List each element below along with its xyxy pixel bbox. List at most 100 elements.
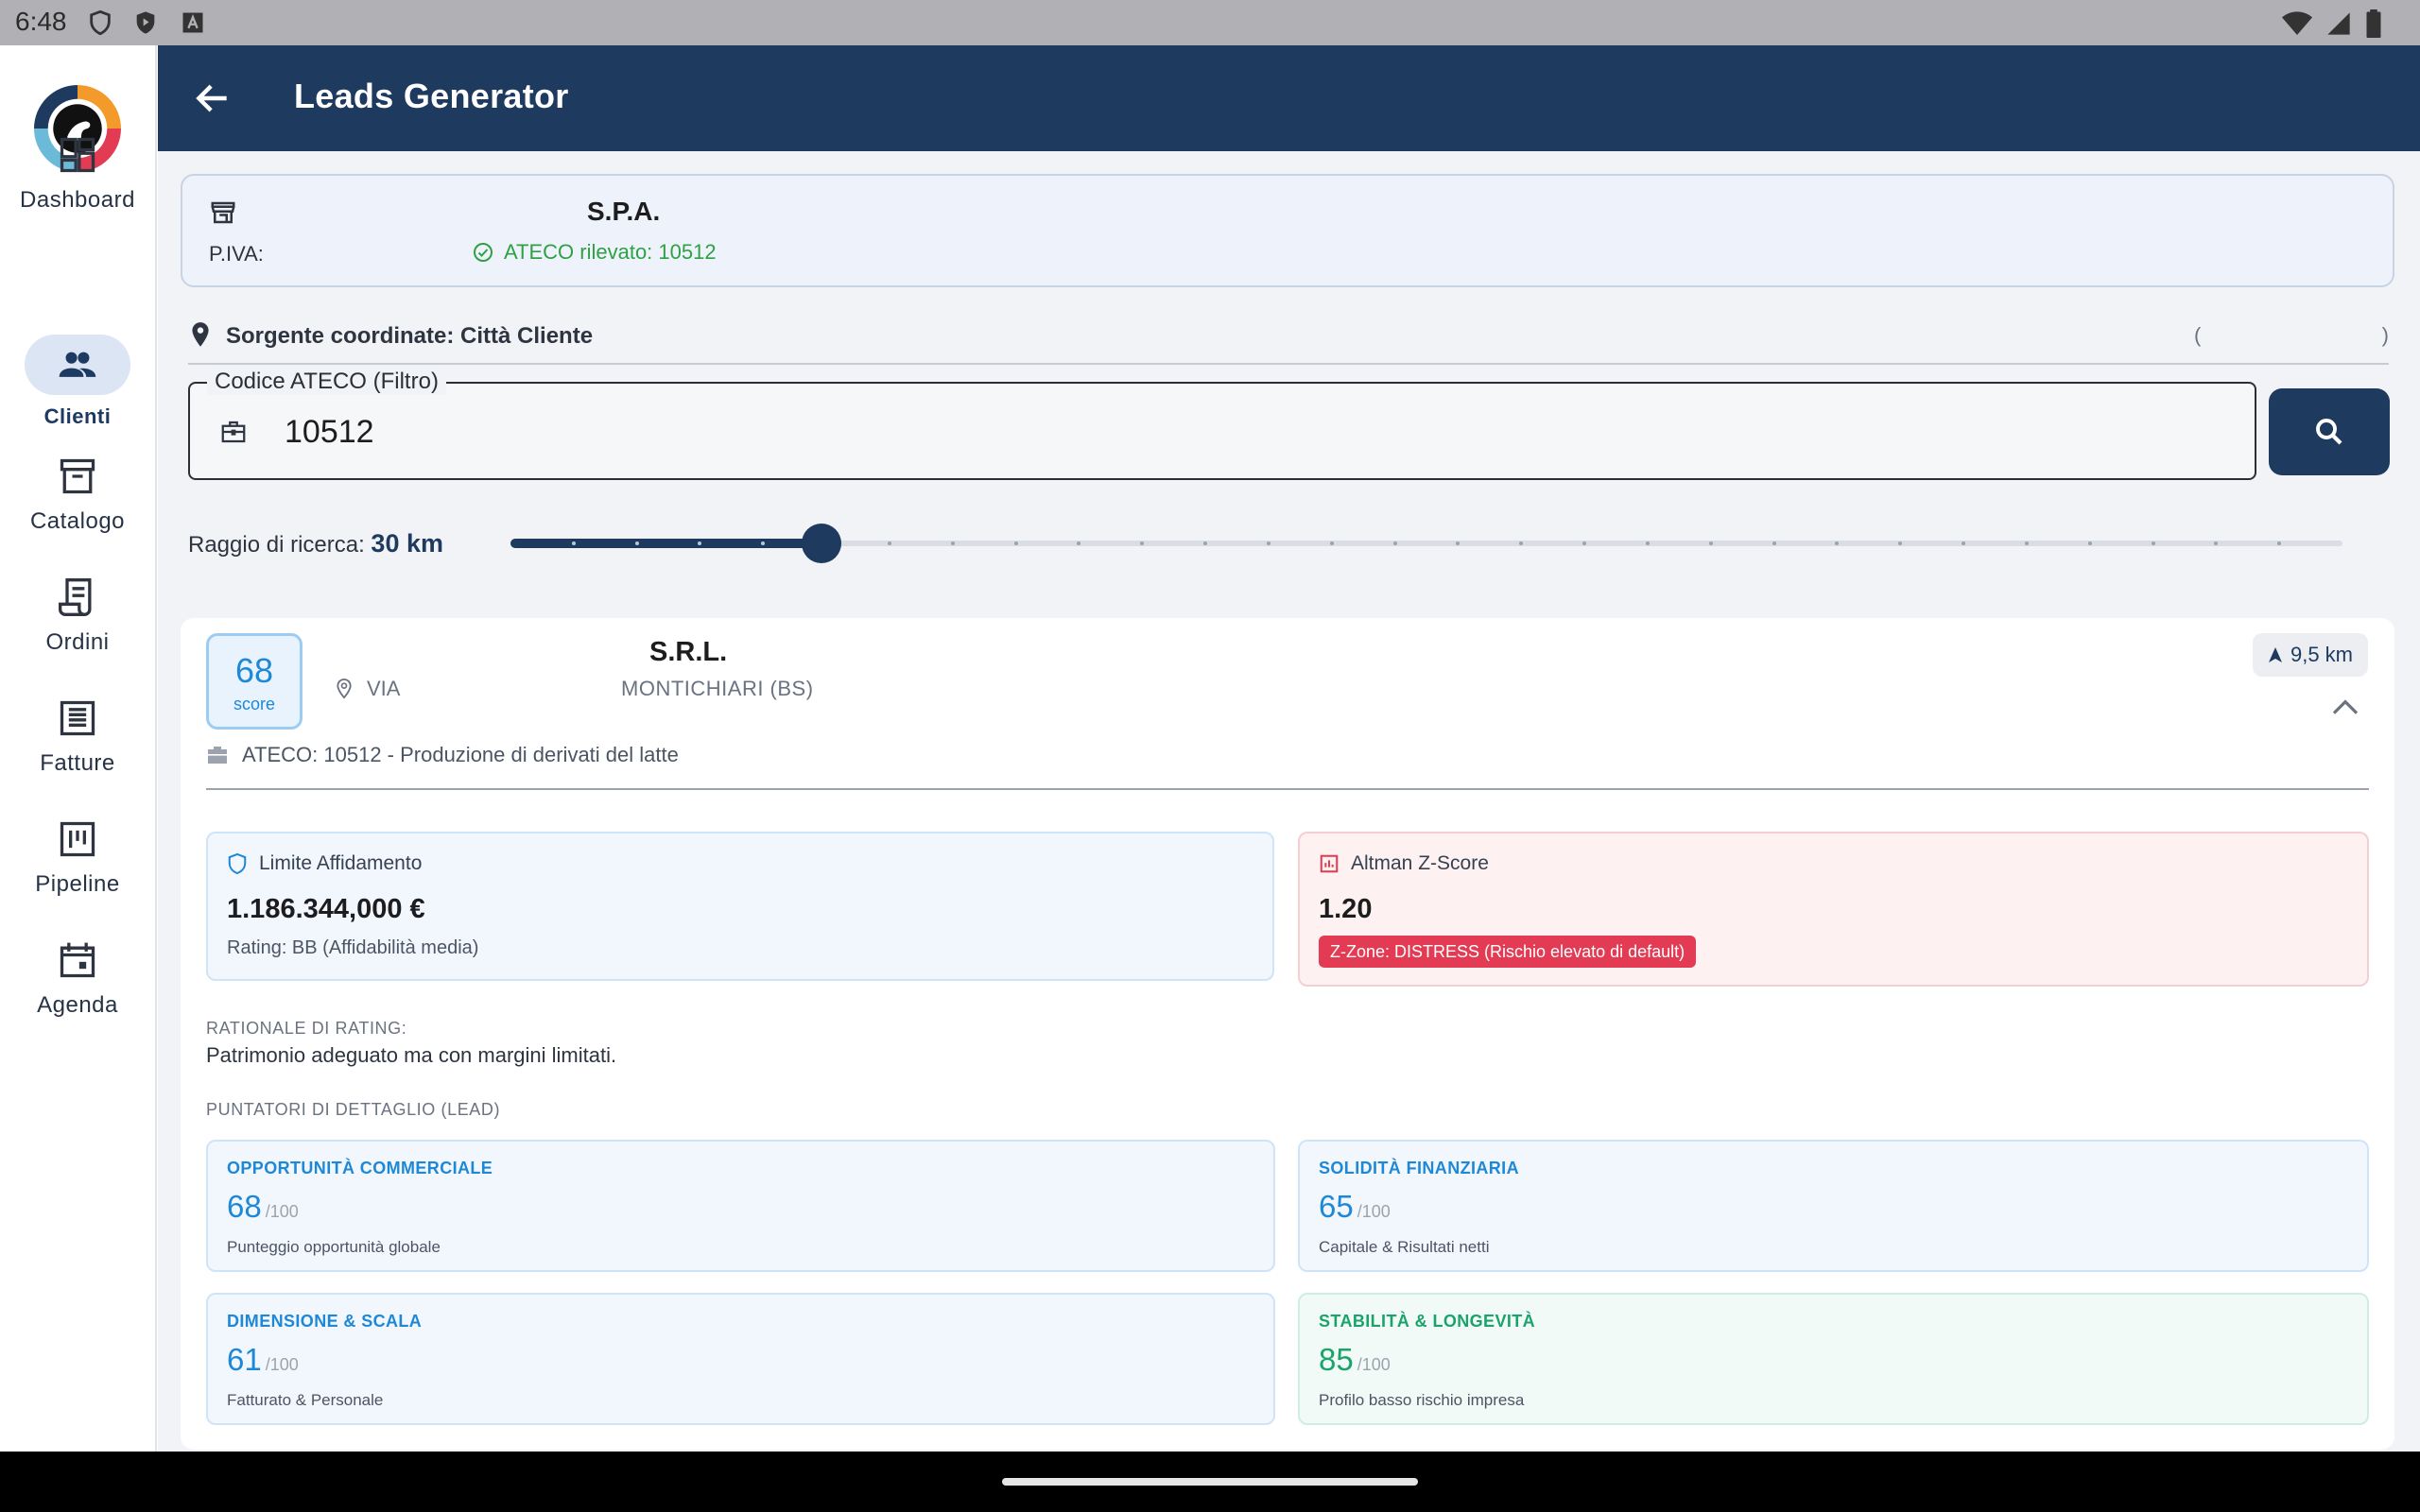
company-name: S.P.A. <box>587 197 661 226</box>
slider-fill <box>510 539 821 548</box>
shield-outline-icon <box>228 852 247 875</box>
paren-open: ( <box>2194 323 2202 347</box>
slider-tick <box>635 541 639 545</box>
altman-value: 1.20 <box>1319 894 1373 924</box>
slider-tick <box>1014 541 1018 545</box>
score-badge: 68 score <box>206 633 302 730</box>
signal-icon <box>2327 12 2350 35</box>
slider-tick <box>1330 541 1334 545</box>
slider-tick <box>1267 541 1270 545</box>
slider-tick <box>888 541 891 545</box>
metric-financial-solidity: SOLIDITÀ FINANZIARIA 65/100 Capitale & R… <box>1298 1140 2369 1272</box>
rail-item-fatture[interactable]: Fatture <box>0 697 155 777</box>
archive-icon <box>60 458 95 494</box>
search-icon <box>2316 419 2342 445</box>
slider-tick <box>1646 541 1650 545</box>
coordinate-source-values: ( ) <box>2194 323 2389 348</box>
main-content: S.P.A. P.IVA: ATECO rilevato: 10512 Sorg… <box>158 151 2420 1452</box>
altman-zscore-box: Altman Z-Score 1.20 Z-Zone: DISTRESS (Ri… <box>1298 832 2369 987</box>
metric-value: 65/100 <box>1319 1189 1391 1225</box>
briefcase-icon <box>208 747 227 764</box>
page-title: Leads Generator <box>294 77 569 115</box>
company-card: S.P.A. P.IVA: ATECO rilevato: 10512 <box>181 174 2394 287</box>
slider-tick <box>1519 541 1523 545</box>
briefcase-icon <box>221 421 246 443</box>
slider-tick <box>1962 541 1965 545</box>
dashboard-icon <box>60 137 95 173</box>
credit-rating: Rating: BB (Affidabilità media) <box>227 937 479 958</box>
slider-tick <box>1077 541 1080 545</box>
keyboard-a-icon <box>182 12 203 33</box>
radius-slider[interactable] <box>510 524 2342 563</box>
metric-title: DIMENSIONE & SCALA <box>227 1312 423 1331</box>
home-gesture-handle[interactable] <box>1002 1478 1418 1486</box>
back-arrow-icon[interactable] <box>192 77 233 119</box>
slider-tick <box>2152 541 2155 545</box>
lead-address: VIA <box>335 677 400 701</box>
paren-close: ) <box>2381 323 2389 347</box>
metric-description: Punteggio opportunità globale <box>227 1238 441 1256</box>
lead-city: MONTICHIARI (BS) <box>621 677 814 700</box>
search-button[interactable] <box>2269 388 2390 475</box>
altman-title: Altman Z-Score <box>1351 852 1489 874</box>
people-icon <box>59 352 96 377</box>
ateco-detected-text: ATECO rilevato: 10512 <box>504 240 717 264</box>
metric-description: Profilo basso rischio impresa <box>1319 1391 1525 1409</box>
metric-commercial: OPPORTUNITÀ COMMERCIALE 68/100 Punteggio… <box>206 1140 1275 1272</box>
rail-item-agenda[interactable]: Agenda <box>0 939 155 1019</box>
slider-tick <box>1203 541 1207 545</box>
rationale-text: Patrimonio adeguato ma con margini limit… <box>206 1043 617 1067</box>
radius-label-text: Raggio di ricerca: <box>188 532 365 558</box>
system-navigation-bar <box>0 1452 2420 1512</box>
slider-tick <box>761 541 765 545</box>
rail-item-ordini[interactable]: Ordini <box>0 576 155 656</box>
coordinate-source-label: Sorgente coordinate: Città Cliente <box>226 323 594 349</box>
rail-item-catalogo[interactable]: Catalogo <box>0 455 155 535</box>
lead-address-text: VIA <box>367 677 401 700</box>
metric-max: /100 <box>265 1202 299 1221</box>
radius-value: 30 km <box>371 529 443 558</box>
location-pin-icon <box>192 322 209 347</box>
rail-item-pipeline[interactable]: Pipeline <box>0 818 155 898</box>
score-label: score <box>233 695 275 713</box>
slider-tick <box>1456 541 1460 545</box>
chevron-up-icon[interactable] <box>2330 696 2360 718</box>
status-time: 6:48 <box>15 7 67 36</box>
slider-tick <box>2088 541 2092 545</box>
details-title: PUNTATORI DI DETTAGLIO (LEAD) <box>206 1100 501 1119</box>
ateco-filter-input[interactable]: 10512 <box>285 414 374 451</box>
divider <box>206 788 2369 790</box>
kanban-icon <box>60 821 95 857</box>
rail-item-dashboard[interactable]: Dashboard <box>0 134 155 214</box>
slider-tick <box>1582 541 1586 545</box>
check-circle-icon <box>474 243 493 262</box>
slider-tick <box>1898 541 1902 545</box>
slider-tick <box>2025 541 2029 545</box>
rail-label-catalogo: Catalogo <box>29 508 126 534</box>
play-protect-icon <box>136 11 155 34</box>
navigation-arrow-icon <box>2268 647 2282 662</box>
rail-item-clienti[interactable]: Clienti <box>0 335 155 429</box>
slider-tick <box>698 541 701 545</box>
rail-label-agenda: Agenda <box>37 992 118 1018</box>
lead-ateco-text: ATECO: 10512 - Produzione di derivati de… <box>242 743 679 766</box>
metric-number: 68 <box>227 1189 262 1224</box>
wifi-icon <box>2282 11 2312 36</box>
metric-max: /100 <box>1357 1355 1391 1374</box>
rail-label-clienti: Clienti <box>43 404 112 428</box>
metric-title: STABILITÀ & LONGEVITÀ <box>1319 1312 1536 1331</box>
piva-label: P.IVA: <box>209 242 264 266</box>
shield-icon <box>90 9 111 36</box>
analytics-icon <box>1320 854 1339 873</box>
slider-thumb[interactable] <box>802 524 841 563</box>
score-value: 68 <box>234 651 274 690</box>
slider-tick <box>1772 541 1776 545</box>
metric-max: /100 <box>265 1355 299 1374</box>
ateco-detected: ATECO rilevato: 10512 <box>472 240 717 265</box>
credit-limit-title: Limite Affidamento <box>259 852 423 874</box>
slider-tick <box>2214 541 2218 545</box>
ateco-filter-field[interactable]: Codice ATECO (Filtro) 10512 <box>188 369 2256 480</box>
metric-number: 85 <box>1319 1342 1354 1377</box>
credit-limit-header: Limite Affidamento <box>227 852 422 875</box>
battery-icon <box>2366 9 2381 38</box>
